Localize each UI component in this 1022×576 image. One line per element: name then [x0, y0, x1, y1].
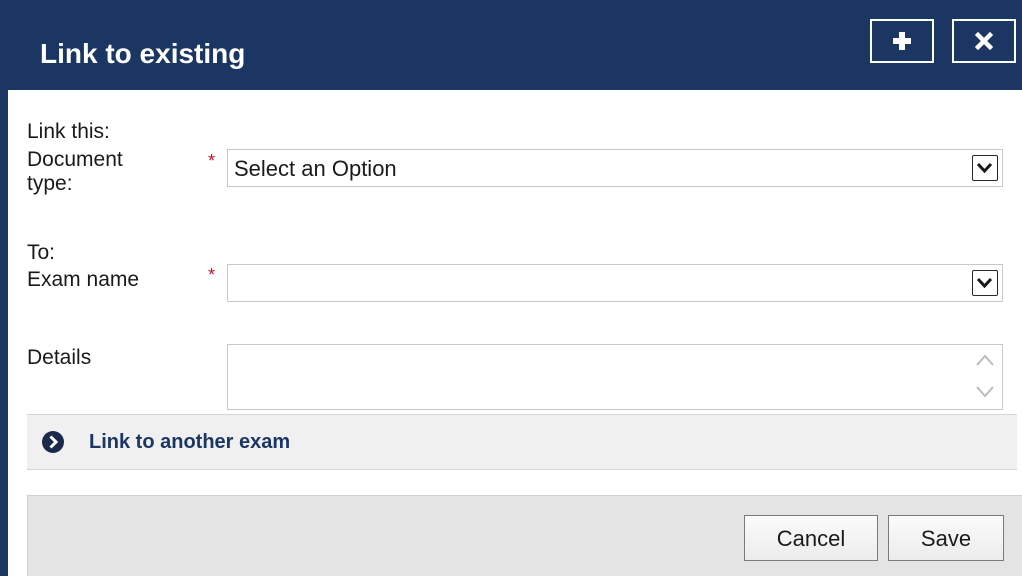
chevron-down-icon — [976, 277, 993, 289]
document-type-label-line2: type: — [27, 172, 73, 195]
details-scroll-up[interactable] — [974, 351, 996, 369]
dialog-titlebar: Link to existing — [12, 0, 1022, 90]
details-scroll-down[interactable] — [974, 383, 996, 401]
details-textarea[interactable] — [228, 345, 972, 413]
exam-name-label: Exam name — [27, 268, 140, 291]
dialog-footer: Cancel Save — [27, 495, 1022, 576]
cancel-button[interactable]: Cancel — [744, 515, 878, 561]
exam-name-select[interactable] — [227, 264, 1003, 302]
link-to-existing-dialog: Link to existing Link this: Document typ… — [0, 0, 1022, 576]
chevron-down-icon — [976, 162, 993, 174]
add-button[interactable] — [870, 19, 934, 63]
save-button[interactable]: Save — [888, 515, 1004, 561]
exam-name-dropdown-button[interactable] — [972, 270, 998, 296]
chevron-right-circle-icon — [42, 431, 64, 453]
dialog-left-border-inner — [8, 90, 12, 576]
document-type-required-marker: * — [208, 151, 216, 171]
link-to-another-exam-toggle[interactable]: Link to another exam — [27, 414, 1017, 470]
link-this-label: Link this: — [27, 120, 110, 143]
close-icon — [975, 32, 993, 50]
exam-name-required-marker: * — [208, 265, 216, 285]
details-field — [227, 344, 1003, 413]
to-label: To: — [27, 241, 56, 264]
document-type-select-value: Select an Option — [234, 156, 397, 181]
close-button[interactable] — [952, 19, 1016, 63]
link-to-another-exam-label: Link to another exam — [89, 431, 291, 453]
scroll-down-icon — [976, 386, 994, 398]
plus-icon — [893, 32, 911, 50]
dialog-left-border — [0, 0, 12, 576]
document-type-dropdown-button[interactable] — [972, 155, 998, 181]
dialog-title: Link to existing — [40, 38, 246, 69]
document-type-select[interactable]: Select an Option — [227, 149, 1003, 187]
details-label: Details — [27, 346, 92, 369]
scroll-up-icon — [976, 354, 994, 366]
document-type-label-line1: Document — [27, 148, 123, 171]
